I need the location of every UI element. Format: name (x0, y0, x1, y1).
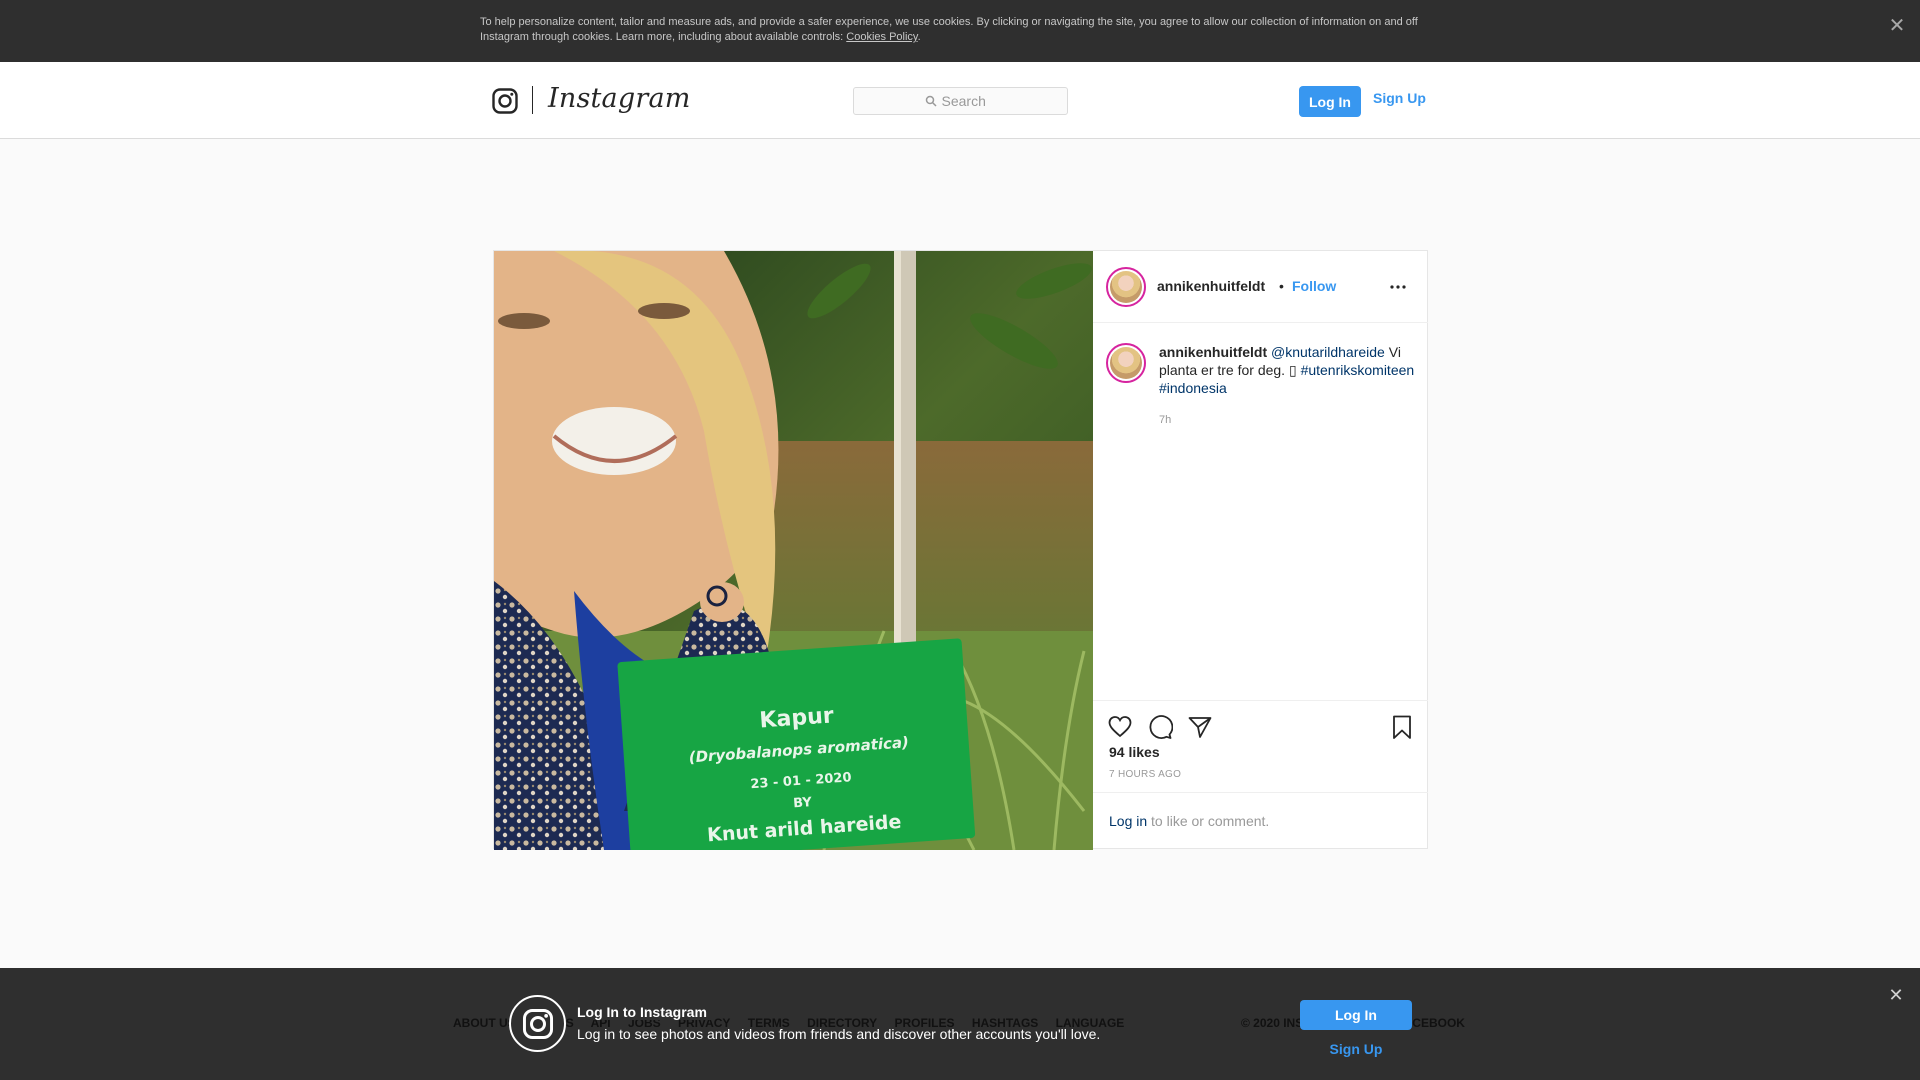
sign-line-4: BY (793, 795, 813, 811)
caption-avatar[interactable] (1106, 343, 1146, 383)
login-prompt: Log in to like or comment. (1109, 813, 1269, 829)
signup-link[interactable]: Sign Up (1373, 90, 1426, 106)
caption-username[interactable]: annikenhuitfeldt (1159, 344, 1267, 360)
cookie-message: To help personalize content, tailor and … (480, 16, 1418, 43)
author-username[interactable]: annikenhuitfeldt (1157, 278, 1265, 294)
login-bar-subtitle: Log in to see photos and videos from fri… (577, 1026, 1101, 1042)
caption-mention[interactable]: @knutarildhareide (1271, 344, 1385, 360)
top-nav: Instagram Log In Sign Up (0, 62, 1920, 139)
instagram-glyph-icon[interactable] (492, 88, 518, 114)
heart-icon[interactable] (1107, 714, 1133, 740)
search-box[interactable] (853, 87, 1068, 115)
login-button[interactable]: Log In (1299, 86, 1361, 117)
comment-divider (1093, 792, 1428, 793)
likes-count[interactable]: 94 likes (1109, 744, 1160, 760)
instagram-wordmark[interactable]: Instagram (548, 83, 691, 114)
comment-icon[interactable] (1147, 714, 1173, 740)
post-photo[interactable]: Kapur (Dryobalanops aromatica) 23 - 01 -… (494, 251, 1093, 850)
cookies-policy-link[interactable]: Cookies Policy (846, 31, 917, 43)
login-link[interactable]: Log in (1109, 813, 1147, 829)
search-icon (925, 95, 937, 107)
post-header: annikenhuitfeldt • Follow (1093, 251, 1428, 323)
login-bar-login-button[interactable]: Log In (1300, 1000, 1412, 1030)
more-options-icon[interactable] (1389, 278, 1407, 296)
login-bar: ABOUT US PRESS API JOBS PRIVACY TERMS DI… (0, 968, 1920, 1080)
post-image: Kapur (Dryobalanops aromatica) 23 - 01 -… (494, 251, 1093, 850)
hashtag-utenrikskomiteen[interactable]: #utenrikskomiteen (1301, 362, 1415, 378)
close-icon[interactable]: ✕ (1885, 984, 1907, 1006)
footer-link-about[interactable]: ABOUT US (453, 1016, 516, 1030)
cookie-banner: To help personalize content, tailor and … (0, 0, 1920, 62)
post-timestamp: 7 HOURS AGO (1109, 769, 1182, 780)
share-icon[interactable] (1187, 714, 1213, 740)
login-bar-title: Log In to Instagram (577, 1004, 711, 1020)
post-caption: annikenhuitfeldt @knutarildhareide Vi pl… (1159, 343, 1419, 397)
instagram-logo-icon (509, 995, 566, 1052)
close-icon[interactable]: ✕ (1886, 15, 1908, 37)
post-sidebar: annikenhuitfeldt • Follow annikenhuitfel… (1093, 251, 1428, 848)
separator-dot: • (1279, 278, 1284, 294)
post-card: Kapur (Dryobalanops aromatica) 23 - 01 -… (493, 250, 1428, 850)
login-prompt-text: to like or comment. (1147, 813, 1270, 829)
search-input[interactable] (941, 93, 997, 109)
login-bar-signup-link[interactable]: Sign Up (1300, 1041, 1412, 1057)
logo-divider (532, 86, 533, 114)
hashtag-indonesia[interactable]: #indonesia (1159, 380, 1227, 396)
author-avatar[interactable] (1106, 267, 1146, 307)
actions-divider (1093, 700, 1428, 701)
sign-line-1: Kapur (759, 703, 835, 733)
bookmark-icon[interactable] (1389, 714, 1415, 740)
follow-button[interactable]: Follow (1292, 278, 1336, 294)
cookie-period: . (917, 31, 921, 43)
caption-time: 7h (1159, 414, 1172, 426)
cookie-text: To help personalize content, tailor and … (480, 15, 1440, 45)
